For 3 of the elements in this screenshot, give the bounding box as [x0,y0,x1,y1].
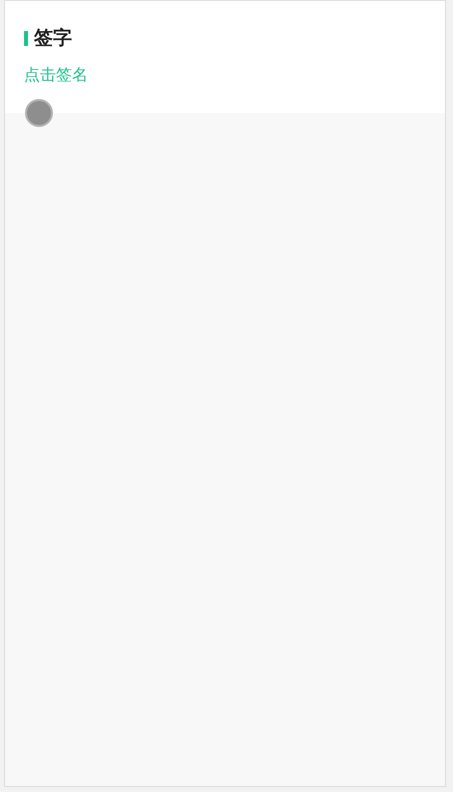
sign-link[interactable]: 点击签名 [24,65,88,86]
section-title: 签字 [34,26,72,51]
accent-bar [24,30,28,46]
